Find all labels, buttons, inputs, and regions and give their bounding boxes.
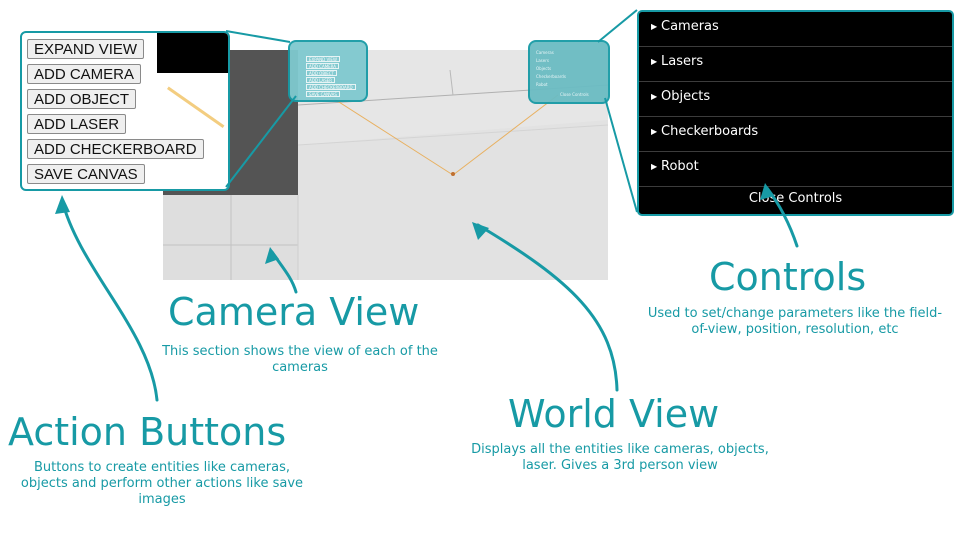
controls-item-label: Cameras — [661, 19, 719, 34]
mini-robot-item: Robot — [536, 82, 548, 87]
controls-desc: Used to set/change parameters like the f… — [647, 306, 943, 337]
toolbar-strip — [157, 33, 228, 73]
controls-panel-zoom: ▶ Cameras ▶ Lasers ▶ Objects ▶ Checkerbo… — [637, 10, 954, 216]
camera-view-desc: This section shows the view of each of t… — [162, 344, 438, 375]
save-canvas-button[interactable]: SAVE CANVAS — [27, 164, 145, 184]
mini-lasers-item: Lasers — [536, 58, 549, 63]
add-camera-button[interactable]: ADD CAMERA — [27, 64, 142, 84]
expand-view-button[interactable]: EXPAND VIEW — [27, 39, 145, 59]
controls-item-label: Robot — [661, 159, 699, 174]
expand-triangle-icon: ▶ — [651, 162, 658, 171]
laser-line — [167, 86, 225, 129]
expand-triangle-icon: ▶ — [651, 92, 658, 101]
mini-close-controls: Close Controls — [560, 92, 589, 97]
action-buttons-title: Action Buttons — [8, 410, 287, 454]
mini-action-panel-highlight: EXPAND VIEW ADD CAMERA ADD OBJECT ADD LA… — [288, 40, 368, 102]
controls-item-cameras[interactable]: ▶ Cameras — [639, 12, 952, 47]
action-buttons-desc: Buttons to create entities like cameras,… — [20, 460, 304, 507]
add-laser-button[interactable]: ADD LASER — [27, 114, 127, 134]
controls-title: Controls — [709, 255, 867, 299]
world-view-title: World View — [508, 392, 720, 436]
expand-triangle-icon: ▶ — [651, 22, 658, 31]
mini-expand-view-button: EXPAND VIEW — [306, 56, 340, 62]
expand-triangle-icon: ▶ — [651, 127, 658, 136]
mini-save-canvas-button: SAVE CANVAS — [306, 91, 340, 97]
controls-item-label: Checkerboards — [661, 124, 759, 139]
world-view-desc: Displays all the entities like cameras, … — [471, 442, 769, 473]
add-checkerboard-button[interactable]: ADD CHECKERBOARD — [27, 139, 204, 159]
controls-item-label: Objects — [661, 89, 711, 104]
mini-add-camera-button: ADD CAMERA — [306, 63, 340, 69]
mini-add-checkerboard-button: ADD CHECKERBOARD — [306, 84, 356, 90]
controls-item-lasers[interactable]: ▶ Lasers — [639, 47, 952, 82]
close-controls-button[interactable]: Close Controls — [639, 188, 952, 214]
add-object-button[interactable]: ADD OBJECT — [27, 89, 137, 109]
mini-add-laser-button: ADD LASER — [306, 77, 336, 83]
mini-add-object-button: ADD OBJECT — [306, 70, 338, 76]
mini-controls-highlight: Cameras Lasers Objects Checkerboards Rob… — [528, 40, 610, 104]
controls-item-checkerboards[interactable]: ▶ Checkerboards — [639, 117, 952, 152]
action-buttons-zoom: EXPAND VIEW ADD CAMERA ADD OBJECT ADD LA… — [20, 31, 230, 191]
mini-cameras-item: Cameras — [536, 50, 554, 55]
controls-item-robot[interactable]: ▶ Robot — [639, 152, 952, 187]
mini-checkerboards-item: Checkerboards — [536, 74, 566, 79]
mini-objects-item: Objects — [536, 66, 552, 71]
expand-triangle-icon: ▶ — [651, 57, 658, 66]
controls-item-objects[interactable]: ▶ Objects — [639, 82, 952, 117]
camera-view-title: Camera View — [168, 290, 420, 334]
controls-item-label: Lasers — [661, 54, 704, 69]
